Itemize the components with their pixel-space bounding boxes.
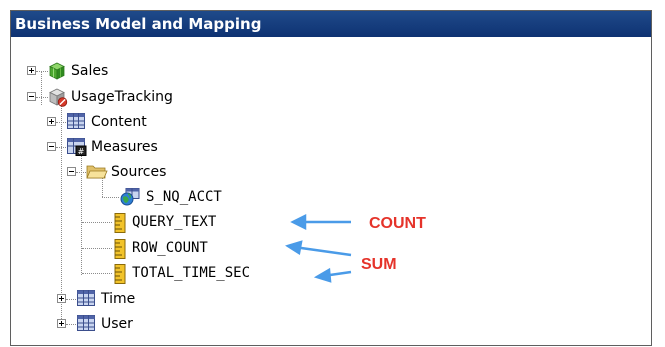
arrow-row-count: [293, 245, 352, 257]
panel-title: Business Model and Mapping: [11, 11, 651, 37]
arrow-head: [313, 267, 332, 283]
arrow-head: [290, 213, 307, 231]
annotation-sum: SUM: [361, 256, 397, 273]
annotation-count: COUNT: [369, 215, 426, 232]
tree-view[interactable]: Sales UsageTracking Content # Measures S…: [11, 37, 651, 347]
annotation-arrows: [285, 213, 352, 283]
business-model-panel: Business Model and Mapping Sales UsageTr…: [10, 10, 652, 346]
arrow-head: [285, 240, 303, 256]
